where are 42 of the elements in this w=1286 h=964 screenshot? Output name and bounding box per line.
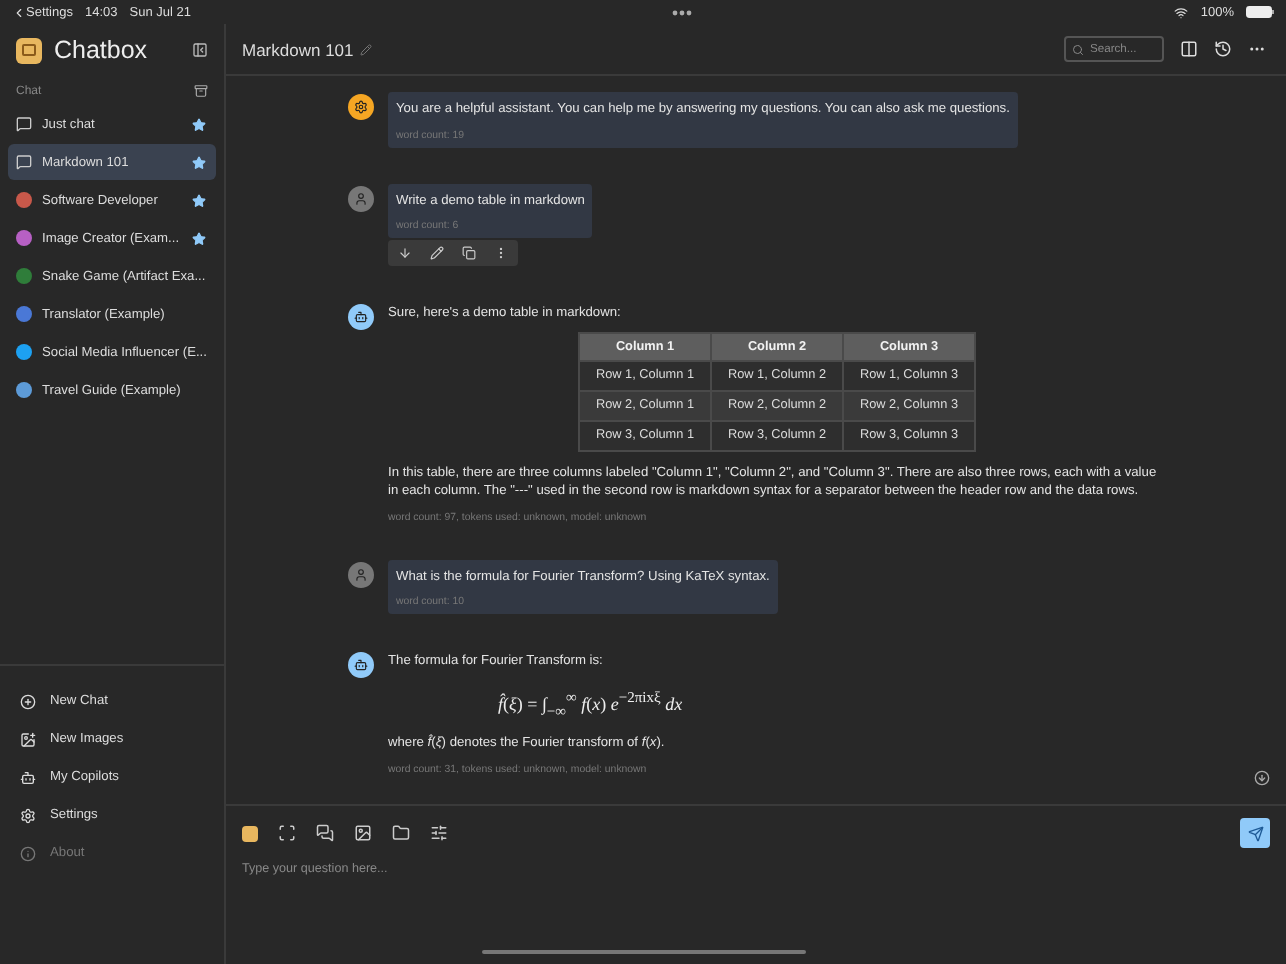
sliders-icon[interactable] (430, 824, 448, 842)
person-icon (354, 567, 368, 581)
image-icon[interactable] (354, 824, 372, 842)
star-icon[interactable] (192, 193, 206, 207)
app-logo[interactable] (242, 825, 258, 841)
split-view-icon[interactable] (1180, 40, 1198, 58)
gear-icon (354, 100, 368, 114)
archive-icon[interactable] (194, 84, 208, 98)
chat-bubble-icon (16, 116, 32, 132)
scroll-down-icon[interactable] (1254, 770, 1270, 786)
robot-icon (20, 769, 36, 785)
star-icon[interactable] (192, 155, 206, 169)
pencil-icon[interactable] (359, 43, 372, 55)
selection-icon[interactable] (278, 824, 296, 842)
settings-icon (20, 807, 36, 823)
image-plus-icon (20, 731, 36, 747)
pencil-icon[interactable] (430, 246, 444, 260)
person-icon (354, 191, 368, 205)
robot-icon (354, 658, 368, 672)
collapse-sidebar-icon[interactable] (192, 42, 208, 58)
history-icon[interactable] (1214, 40, 1232, 58)
chat-bubbles-icon[interactable] (316, 824, 334, 842)
app-logo (16, 37, 42, 63)
wifi-icon (1174, 5, 1189, 19)
more-vertical-icon[interactable] (494, 246, 508, 260)
arrow-down-icon[interactable] (398, 246, 412, 260)
chat-title: Markdown 101 (242, 39, 354, 59)
app-name: Chatbox (54, 36, 148, 64)
battery-icon (1246, 6, 1274, 18)
send-icon (1247, 825, 1263, 841)
copy-icon[interactable] (462, 246, 476, 260)
more-dots-icon (672, 9, 693, 15)
robot-icon (354, 310, 368, 324)
star-icon[interactable] (192, 231, 206, 245)
search-icon (1072, 43, 1084, 55)
chat-bubble-icon (16, 154, 32, 170)
folder-icon[interactable] (392, 824, 410, 842)
plus-circle-icon (20, 693, 36, 709)
send-button[interactable] (1240, 818, 1270, 848)
info-icon (20, 845, 36, 861)
star-icon[interactable] (192, 117, 206, 131)
formula: f̂(ξ) = ∫$_{−∞}$$^{∞}$ f(x) e$^{−2πixξ}$ dx (496, 685, 685, 723)
